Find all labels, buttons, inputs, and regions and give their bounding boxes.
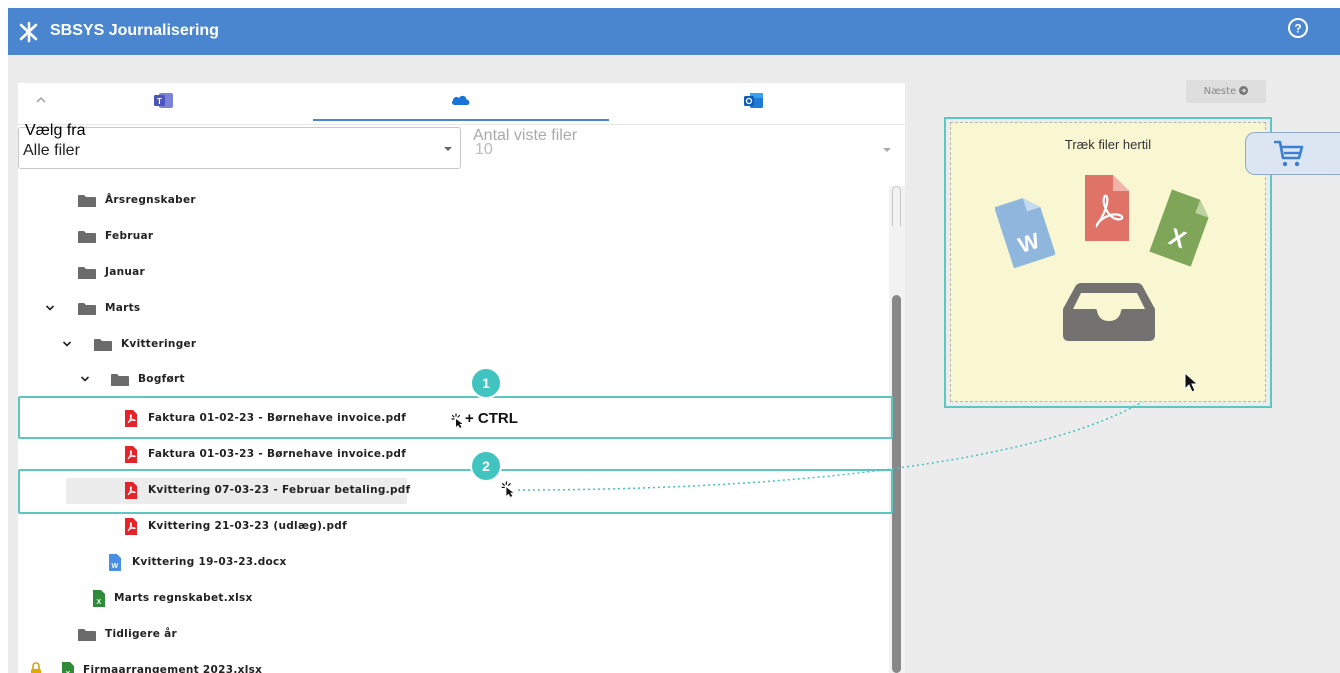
drop-zone-label: Træk filer hertil xyxy=(1064,137,1152,152)
ctrl-hint: + CTRL xyxy=(465,410,518,427)
tree-folder-row[interactable]: Februar xyxy=(0,221,870,251)
drag-cursor-icon xyxy=(501,481,514,497)
tree-item-label: Kvittering 19-03-23.docx xyxy=(132,556,287,568)
tree-item-label: Bogført xyxy=(138,373,185,385)
source-select-label: Vælg fra xyxy=(25,122,86,139)
arrow-right-circle-icon xyxy=(1239,86,1249,95)
folder-icon xyxy=(77,194,97,211)
onedrive-icon xyxy=(451,95,470,105)
tree-file-row[interactable]: W Kvittering 19-03-23.docx xyxy=(0,547,870,577)
click-cursor-icon xyxy=(451,413,463,428)
next-button[interactable]: Næste xyxy=(1186,80,1266,103)
source-select[interactable]: Vælg fra Alle filer xyxy=(18,122,461,169)
source-select-value: Alle filer xyxy=(23,142,80,159)
xlsx-icon: X xyxy=(61,662,75,673)
tree-file-row[interactable]: Faktura 01-03-23 - Børnehave invoice.pdf xyxy=(0,439,870,469)
tab-teams[interactable]: T xyxy=(146,83,266,125)
tree-folder-row[interactable]: Januar xyxy=(0,257,870,287)
sbsys-logo-icon xyxy=(19,21,38,43)
chevron-up-icon[interactable] xyxy=(34,93,48,107)
tree-item-label: Januar xyxy=(105,266,146,278)
tree-folder-row[interactable]: Årsregnskaber xyxy=(0,185,870,215)
chevron-down-icon[interactable] xyxy=(62,339,72,349)
folder-icon xyxy=(77,302,97,319)
tree-folder-row[interactable]: Marts xyxy=(0,293,870,323)
drop-zone[interactable]: Træk filer hertil W X xyxy=(950,122,1266,402)
file-count-select[interactable]: Antal viste filer 10 xyxy=(461,127,905,169)
next-button-label: Næste xyxy=(1203,86,1237,97)
tree-file-row[interactable]: X Firmaarrangement 2023.xlsx xyxy=(0,655,870,673)
scrollbar-thumb[interactable] xyxy=(892,295,901,673)
app-title: SBSYS Journalisering xyxy=(50,22,219,39)
tree-item-label: Firmaarrangement 2023.xlsx xyxy=(83,664,263,673)
lock-icon xyxy=(31,662,41,673)
scrollbar-top-cap xyxy=(892,186,901,226)
shopping-cart-icon xyxy=(1274,140,1304,167)
docx-icon: W xyxy=(108,554,122,574)
pdf-icon xyxy=(124,446,138,466)
source-tabs: T xyxy=(18,83,905,125)
tree-folder-row[interactable]: Tidligere år xyxy=(0,619,870,649)
tree-item-label: Tidligere år xyxy=(105,628,177,640)
tree-file-row[interactable]: Kvittering 21-03-23 (udlæg).pdf xyxy=(0,511,870,541)
tree-item-label: Kvitteringer xyxy=(121,338,197,350)
teams-icon: T xyxy=(154,93,173,108)
folder-icon xyxy=(77,266,97,283)
step-badge-2: 2 xyxy=(470,450,502,482)
outlook-icon xyxy=(744,93,763,108)
cart-tab[interactable] xyxy=(1245,132,1340,175)
folder-icon xyxy=(110,373,130,390)
active-tab-indicator xyxy=(313,119,609,121)
selection-frame-2 xyxy=(18,469,893,514)
excel-document-icon: X xyxy=(1149,189,1209,267)
tree-item-label: Marts regnskabet.xlsx xyxy=(114,592,253,604)
folder-icon xyxy=(77,628,97,645)
inbox-tray-icon xyxy=(1063,283,1155,341)
tree-item-label: Faktura 01-03-23 - Børnehave invoice.pdf xyxy=(148,448,407,460)
chevron-down-icon[interactable] xyxy=(80,374,90,384)
xlsx-icon: X xyxy=(92,590,106,610)
pointer-cursor-icon xyxy=(1184,372,1199,393)
folder-icon xyxy=(93,338,113,355)
tree-file-row[interactable]: X Marts regnskabet.xlsx xyxy=(0,583,870,613)
tree-item-label: Kvittering 21-03-23 (udlæg).pdf xyxy=(148,520,347,532)
pdf-icon xyxy=(124,518,138,538)
tree-folder-row[interactable]: Bogført xyxy=(0,364,870,394)
tree-folder-row[interactable]: Kvitteringer xyxy=(0,329,870,359)
pdf-document-icon xyxy=(1085,175,1129,241)
caret-down-icon xyxy=(883,148,891,152)
tree-item-label: Årsregnskaber xyxy=(105,194,196,206)
tab-outlook[interactable] xyxy=(736,83,856,125)
tree-item-label: Marts xyxy=(105,302,141,314)
help-icon[interactable]: ? xyxy=(1287,17,1309,39)
word-document-icon: W xyxy=(995,198,1055,269)
chevron-down-icon[interactable] xyxy=(45,303,55,313)
svg-text:?: ? xyxy=(1294,22,1301,36)
svg-text:X: X xyxy=(97,599,102,606)
caret-down-icon xyxy=(444,147,452,151)
app-header: SBSYS Journalisering ? xyxy=(8,8,1340,55)
folder-icon xyxy=(77,230,97,247)
step-badge-1: 1 xyxy=(470,367,502,399)
tree-item-label: Februar xyxy=(105,230,154,242)
svg-text:W: W xyxy=(112,563,119,570)
svg-text:T: T xyxy=(157,97,162,106)
file-count-value: 10 xyxy=(475,141,493,158)
